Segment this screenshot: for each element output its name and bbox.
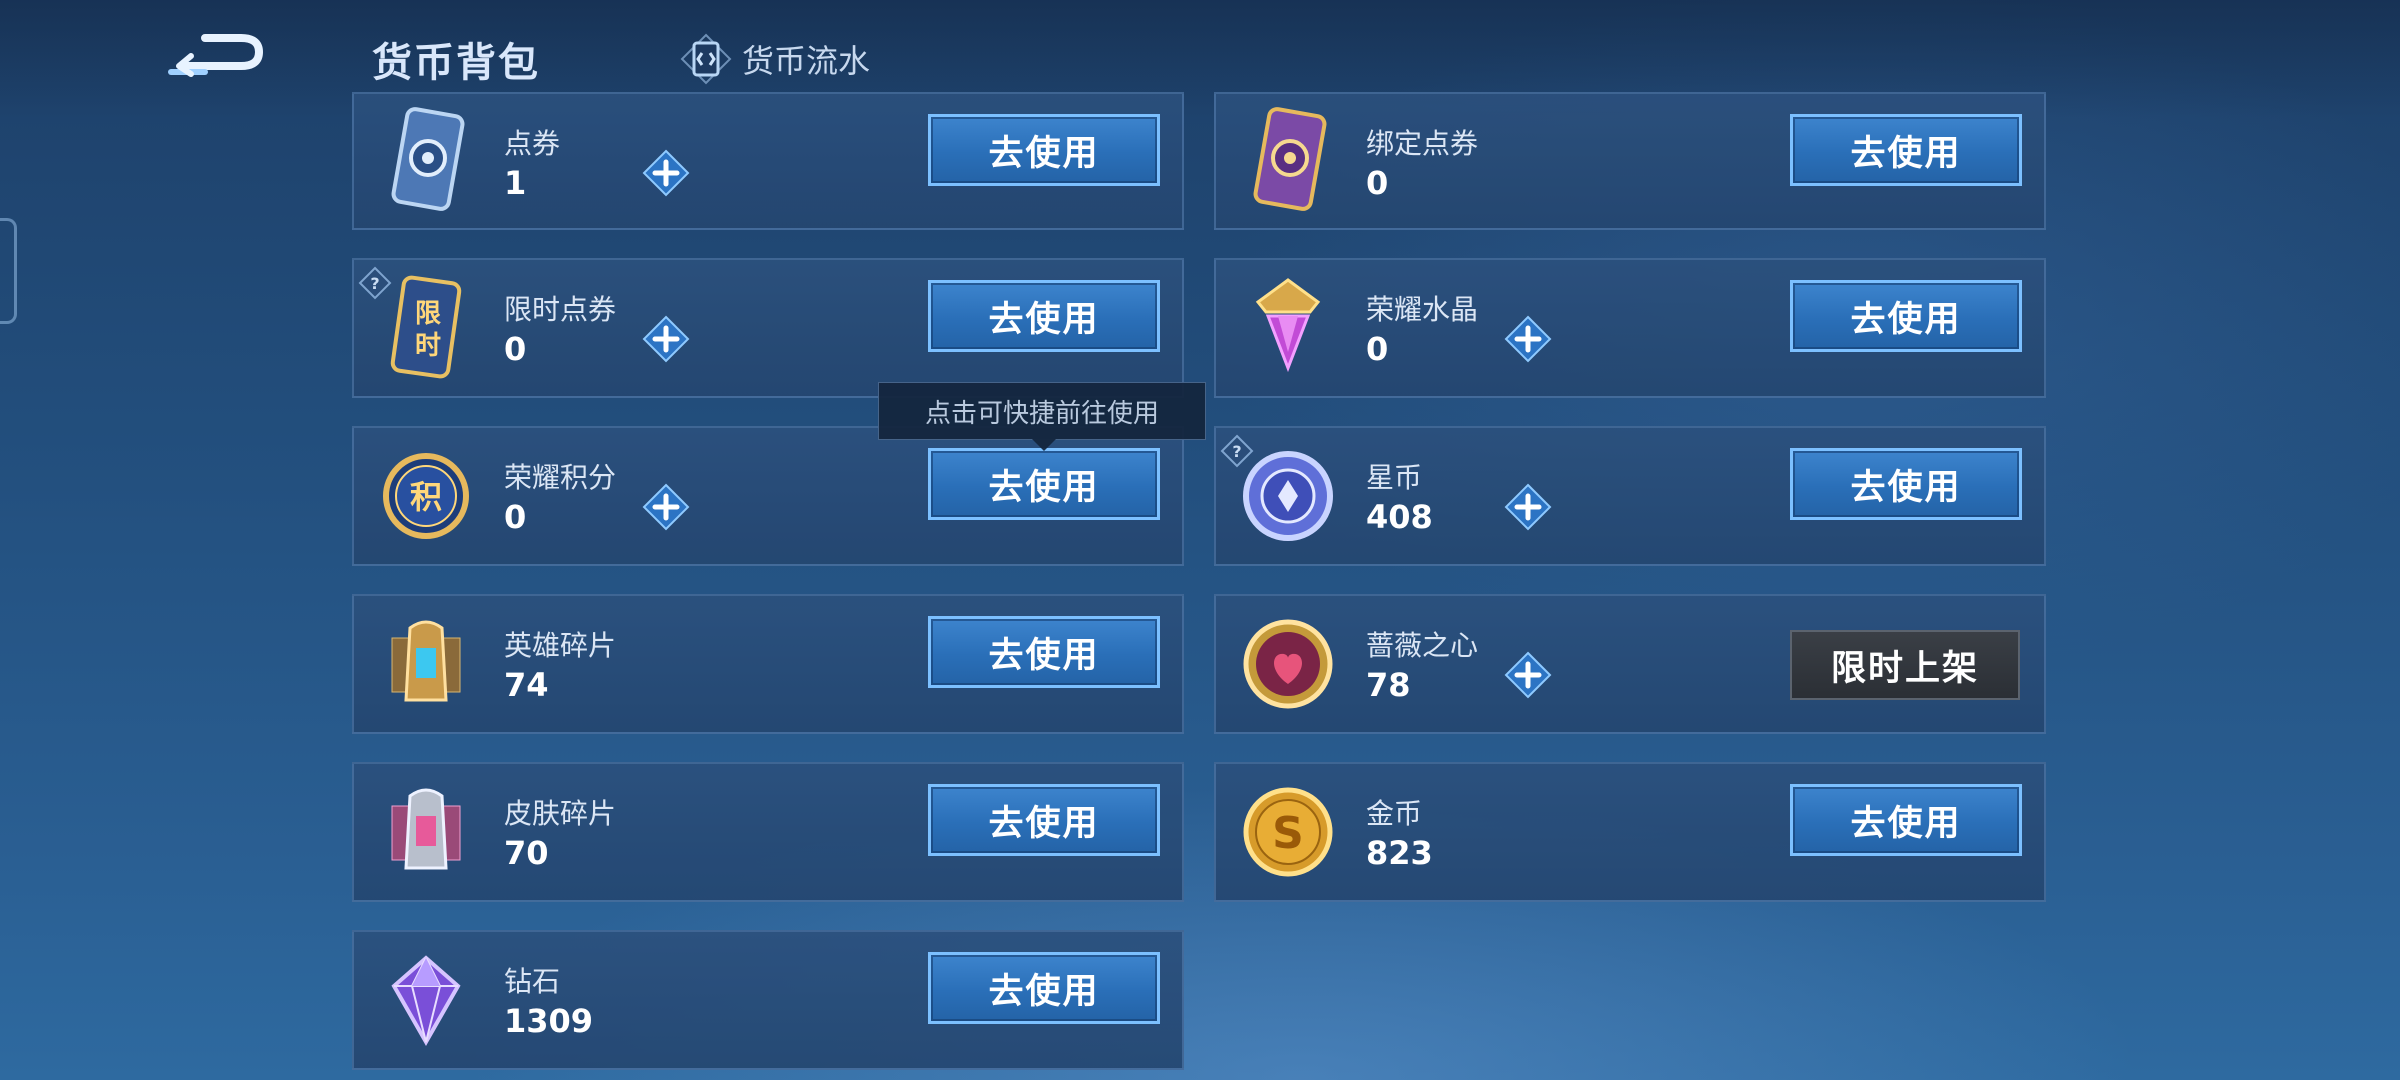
tooltip-text: 点击可快捷前往使用 xyxy=(924,398,1159,429)
currency-count: 0 xyxy=(504,330,527,368)
use-button[interactable]: 去使用 xyxy=(928,280,1160,352)
rose-heart-icon xyxy=(1238,608,1338,720)
tooltip-tail xyxy=(1032,439,1056,451)
svg-text:S: S xyxy=(1272,808,1304,859)
hero-fragment-icon xyxy=(376,608,476,720)
add-button[interactable] xyxy=(1504,651,1552,699)
currency-card: 荣耀水晶 0 去使用 xyxy=(1214,258,2046,398)
limited-sale-button[interactable]: 限时上架 xyxy=(1790,630,2020,700)
limited-coupon-icon: 限时 xyxy=(376,272,476,384)
currency-name: 金币 xyxy=(1366,797,1423,830)
bound-coupon-icon xyxy=(1238,106,1338,218)
currency-name: 钻石 xyxy=(504,965,561,998)
tab-currency-flow-label: 货币流水 xyxy=(742,42,871,80)
flow-icon xyxy=(680,33,732,85)
add-button[interactable] xyxy=(642,483,690,531)
page-title: 货币背包 xyxy=(372,40,540,86)
currency-name: 英雄碎片 xyxy=(504,629,617,662)
currency-count: 1 xyxy=(504,164,527,202)
currency-card: 钻石 1309 去使用 xyxy=(352,930,1184,1070)
tab-currency-flow[interactable]: 货币流水 xyxy=(680,33,871,85)
use-button[interactable]: 去使用 xyxy=(1790,114,2022,186)
currency-name: 点券 xyxy=(504,127,561,160)
tooltip: 点击可快捷前往使用 xyxy=(878,382,1206,451)
currency-name: 星币 xyxy=(1366,461,1423,494)
currency-name: 限时点券 xyxy=(504,293,617,326)
currency-name: 荣耀水晶 xyxy=(1366,293,1479,326)
currency-name: 蔷薇之心 xyxy=(1366,629,1479,662)
glory-crystal-icon xyxy=(1238,272,1338,384)
svg-text:积: 积 xyxy=(410,478,442,516)
use-button[interactable]: 去使用 xyxy=(928,616,1160,688)
use-button[interactable]: 去使用 xyxy=(1790,448,2022,520)
currency-count: 0 xyxy=(1366,330,1389,368)
currency-count: 0 xyxy=(504,498,527,536)
plus-icon xyxy=(1504,315,1552,363)
currency-name: 皮肤碎片 xyxy=(504,797,617,830)
currency-count: 78 xyxy=(1366,666,1411,704)
back-arrow-icon xyxy=(168,34,264,77)
add-button[interactable] xyxy=(642,315,690,363)
add-button[interactable] xyxy=(642,149,690,197)
currency-count: 823 xyxy=(1366,834,1433,872)
currency-card: 皮肤碎片 70 去使用 xyxy=(352,762,1184,902)
plus-icon xyxy=(1504,483,1552,531)
add-button[interactable] xyxy=(1504,483,1552,531)
currency-count: 0 xyxy=(1366,164,1389,202)
star-coin-icon xyxy=(1238,440,1338,552)
svg-text:时: 时 xyxy=(415,331,441,361)
currency-card: 蔷薇之心 78 限时上架 xyxy=(1214,594,2046,734)
currency-count: 408 xyxy=(1366,498,1433,536)
currency-card: 英雄碎片 74 去使用 xyxy=(352,594,1184,734)
currency-card: ? 星币 408 去使用 xyxy=(1214,426,2046,566)
currency-card: 绑定点券 0 去使用 xyxy=(1214,92,2046,230)
currency-count: 1309 xyxy=(504,1002,594,1040)
plus-icon xyxy=(1504,651,1552,699)
add-button[interactable] xyxy=(1504,315,1552,363)
gold-coin-icon: S xyxy=(1238,776,1338,888)
use-button[interactable]: 去使用 xyxy=(928,784,1160,856)
side-handle[interactable] xyxy=(0,218,17,324)
plus-icon xyxy=(642,483,690,531)
back-button[interactable] xyxy=(165,28,265,84)
currency-name: 绑定点券 xyxy=(1366,127,1479,160)
currency-card: S 金币 823 去使用 xyxy=(1214,762,2046,902)
use-button[interactable]: 去使用 xyxy=(928,114,1160,186)
currency-count: 70 xyxy=(504,834,549,872)
svg-text:限: 限 xyxy=(415,299,441,329)
use-button[interactable]: 去使用 xyxy=(928,448,1160,520)
coupon-icon xyxy=(376,106,476,218)
use-button[interactable]: 去使用 xyxy=(928,952,1160,1024)
plus-icon xyxy=(642,315,690,363)
use-button[interactable]: 去使用 xyxy=(1790,280,2022,352)
currency-card: 积 荣耀积分 0 去使用 xyxy=(352,426,1184,566)
currency-count: 74 xyxy=(504,666,549,704)
glory-points-icon: 积 xyxy=(376,440,476,552)
use-button[interactable]: 去使用 xyxy=(1790,784,2022,856)
currency-name: 荣耀积分 xyxy=(504,461,617,494)
currency-card: 点券 1 去使用 xyxy=(352,92,1184,230)
diamond-icon xyxy=(376,944,476,1056)
currency-card: ? 限时限时点券 0 去使用 xyxy=(352,258,1184,398)
skin-fragment-icon xyxy=(376,776,476,888)
plus-icon xyxy=(642,149,690,197)
